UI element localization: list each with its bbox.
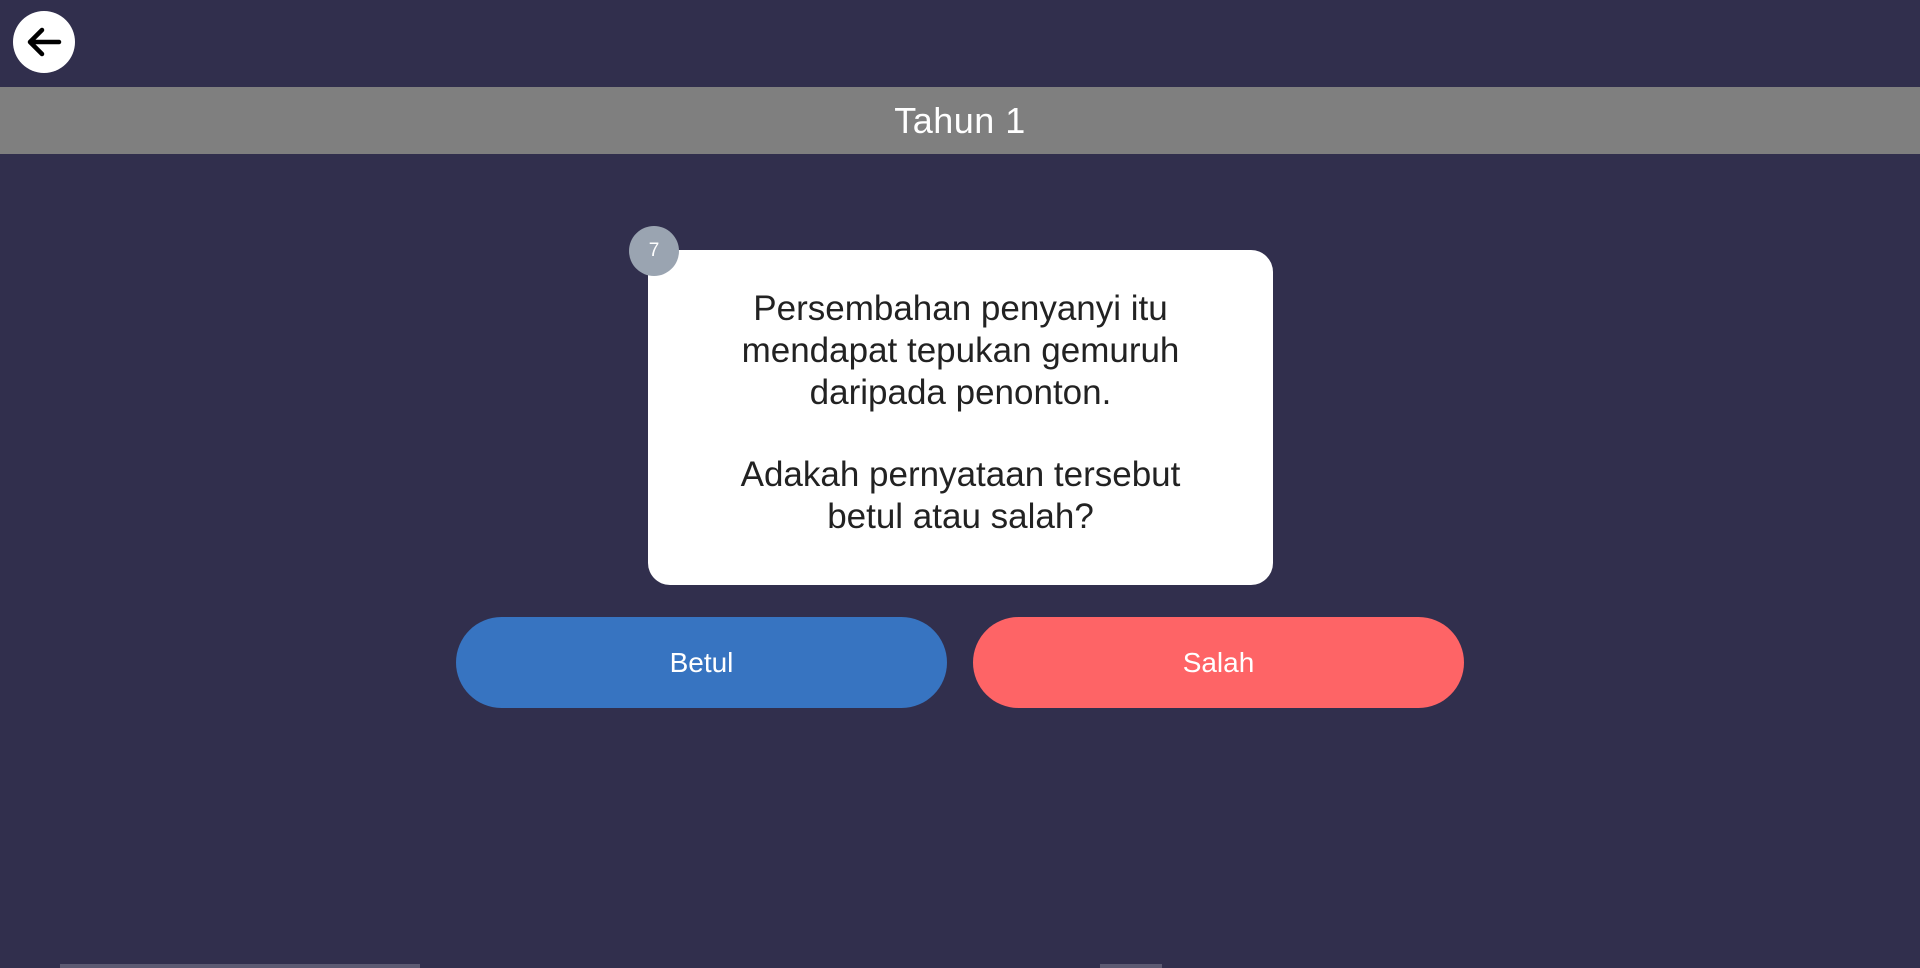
true-answer-button[interactable]: Betul <box>456 617 947 708</box>
page-title: Tahun 1 <box>894 99 1026 141</box>
quiz-page: Tahun 1 Persembahan penyanyi itu mendapa… <box>0 0 1920 968</box>
question-statement-line: mendapat tepukan gemuruh <box>741 331 1180 370</box>
title-bar: Tahun 1 <box>0 87 1920 154</box>
true-answer-label: Betul <box>669 646 734 678</box>
question-prompt-line: betul atau salah? <box>827 497 1094 536</box>
scrollbar-track <box>60 964 420 968</box>
scrollbar-thumb[interactable] <box>1100 964 1162 968</box>
question-card: Persembahan penyanyi itu mendapat tepuka… <box>648 250 1273 585</box>
question-statement-line: daripada penonton. <box>809 373 1112 412</box>
question-spacer <box>678 414 1243 454</box>
arrow-left-icon <box>27 27 62 57</box>
false-answer-button[interactable]: Salah <box>973 617 1464 708</box>
false-answer-label: Salah <box>1182 646 1255 678</box>
back-button[interactable] <box>13 11 75 73</box>
question-statement-line: Persembahan penyanyi itu <box>753 289 1168 328</box>
question-prompt-line: Adakah pernyataan tersebut <box>740 455 1181 494</box>
question-number-badge: 7 <box>629 226 679 276</box>
